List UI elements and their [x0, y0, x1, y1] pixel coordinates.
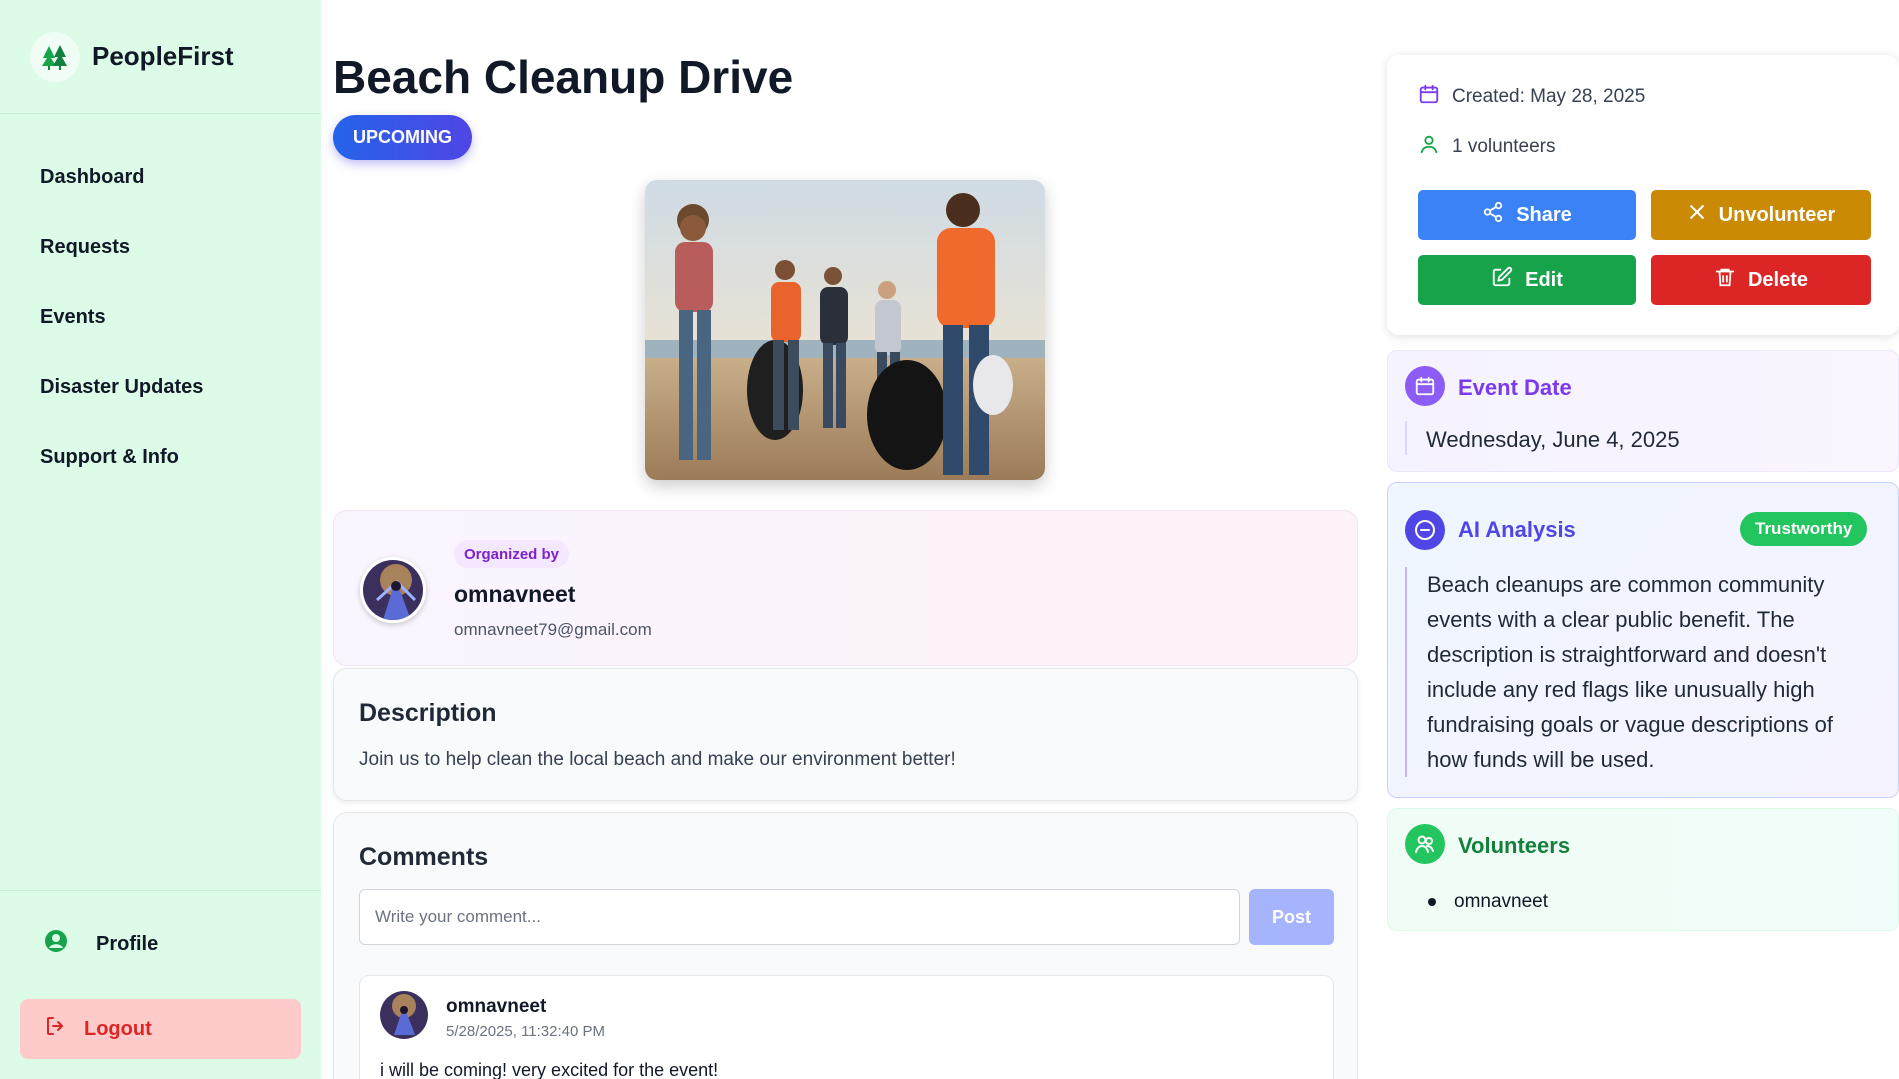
sidebar-item-profile[interactable]: Profile [20, 919, 301, 969]
edit-label: Edit [1525, 268, 1563, 291]
comment-item: omnavneet 5/28/2025, 11:32:40 PM i will … [359, 975, 1334, 1079]
sidebar-nav: Dashboard Requests Events Disaster Updat… [0, 114, 321, 492]
close-icon [1687, 202, 1707, 228]
ai-analysis-title: AI Analysis [1458, 517, 1576, 542]
logout-button[interactable]: Logout [20, 999, 301, 1059]
event-date-title: Event Date [1458, 375, 1572, 400]
organized-by-tag: Organized by [454, 540, 570, 568]
delete-label: Delete [1747, 268, 1809, 291]
volunteer-count: 1 volunteers [1452, 136, 1556, 157]
minus-circle-icon [1405, 510, 1445, 550]
created-date: Created: May 28, 2025 [1452, 86, 1646, 107]
trust-badge: Trustworthy [1740, 512, 1868, 546]
users-icon [1405, 824, 1445, 864]
accent-divider [1405, 421, 1407, 455]
comments-title: Comments [359, 843, 489, 871]
comment-author: omnavneet [446, 996, 547, 1017]
edit-icon [1491, 266, 1513, 294]
comment-input[interactable] [359, 889, 1240, 945]
user-icon [1418, 133, 1440, 161]
description-card: Description Join us to help clean the lo… [333, 668, 1358, 801]
trees-logo-icon [30, 31, 80, 82]
logout-label: Logout [84, 1017, 152, 1040]
page-title: Beach Cleanup Drive [333, 51, 794, 103]
volunteer-count-row: 1 volunteers [1418, 133, 1556, 161]
organizer-card: Organized by omnavneet omnavneet79@gmail… [333, 510, 1358, 666]
event-date-card: Event Date [1387, 350, 1899, 472]
trash-icon [1714, 266, 1736, 294]
share-icon [1482, 201, 1504, 229]
unvolunteer-label: Unvolunteer [1718, 203, 1836, 226]
calendar-icon [1418, 83, 1440, 111]
accent-divider [1405, 567, 1407, 777]
sidebar-item-dashboard[interactable]: Dashboard [0, 142, 321, 212]
comment-timestamp: 5/28/2025, 11:32:40 PM [446, 1023, 606, 1040]
sidebar-item-disaster-updates[interactable]: Disaster Updates [0, 352, 321, 422]
logout-icon [44, 1014, 68, 1044]
user-circle-icon [44, 929, 68, 959]
brand-name: PeopleFirst [92, 41, 234, 71]
brand[interactable]: PeopleFirst [0, 0, 321, 114]
calendar-icon [1405, 366, 1445, 406]
event-image [645, 180, 1045, 480]
event-meta-card: Created: May 28, 2025 1 volunteers Share [1387, 55, 1899, 335]
description-title: Description [359, 699, 497, 727]
status-badge: UPCOMING [333, 115, 472, 160]
share-label: Share [1516, 203, 1572, 226]
sidebar-footer: Profile Logout [0, 890, 321, 1079]
post-comment-button[interactable]: Post [1249, 889, 1334, 945]
volunteer-name: omnavneet [1454, 891, 1549, 912]
comments-card: Comments Post omnavneet 5/28/2025, 11:32… [333, 812, 1358, 1079]
volunteer-list-item: omnavneet [1428, 891, 1548, 913]
volunteers-title: Volunteers [1458, 833, 1571, 858]
organizer-avatar[interactable] [360, 557, 426, 623]
share-button[interactable]: Share [1418, 190, 1636, 240]
sidebar-item-support-info[interactable]: Support & Info [0, 422, 321, 492]
edit-button[interactable]: Edit [1418, 255, 1636, 305]
description-text: Join us to help clean the local beach an… [359, 749, 956, 770]
sidebar-item-events[interactable]: Events [0, 282, 321, 352]
comment-text: i will be coming! very excited for the e… [380, 1060, 719, 1079]
ai-analysis-text: Beach cleanups are common community even… [1427, 572, 1834, 772]
profile-label: Profile [96, 932, 159, 955]
organizer-name: omnavneet [454, 581, 576, 607]
delete-button[interactable]: Delete [1651, 255, 1871, 305]
event-date-value: Wednesday, June 4, 2025 [1426, 427, 1680, 452]
sidebar: PeopleFirst Dashboard Requests Events Di… [0, 0, 321, 1079]
bullet-icon [1428, 898, 1436, 906]
organizer-email: omnavneet79@gmail.com [454, 620, 652, 639]
comment-avatar[interactable] [380, 991, 428, 1039]
unvolunteer-button[interactable]: Unvolunteer [1651, 190, 1871, 240]
volunteers-card: Volunteers omnavneet [1387, 808, 1899, 931]
sidebar-item-requests[interactable]: Requests [0, 212, 321, 282]
ai-analysis-card: AI Analysis Trustworthy Beach cleanups a… [1387, 482, 1899, 798]
created-row: Created: May 28, 2025 [1418, 83, 1645, 111]
